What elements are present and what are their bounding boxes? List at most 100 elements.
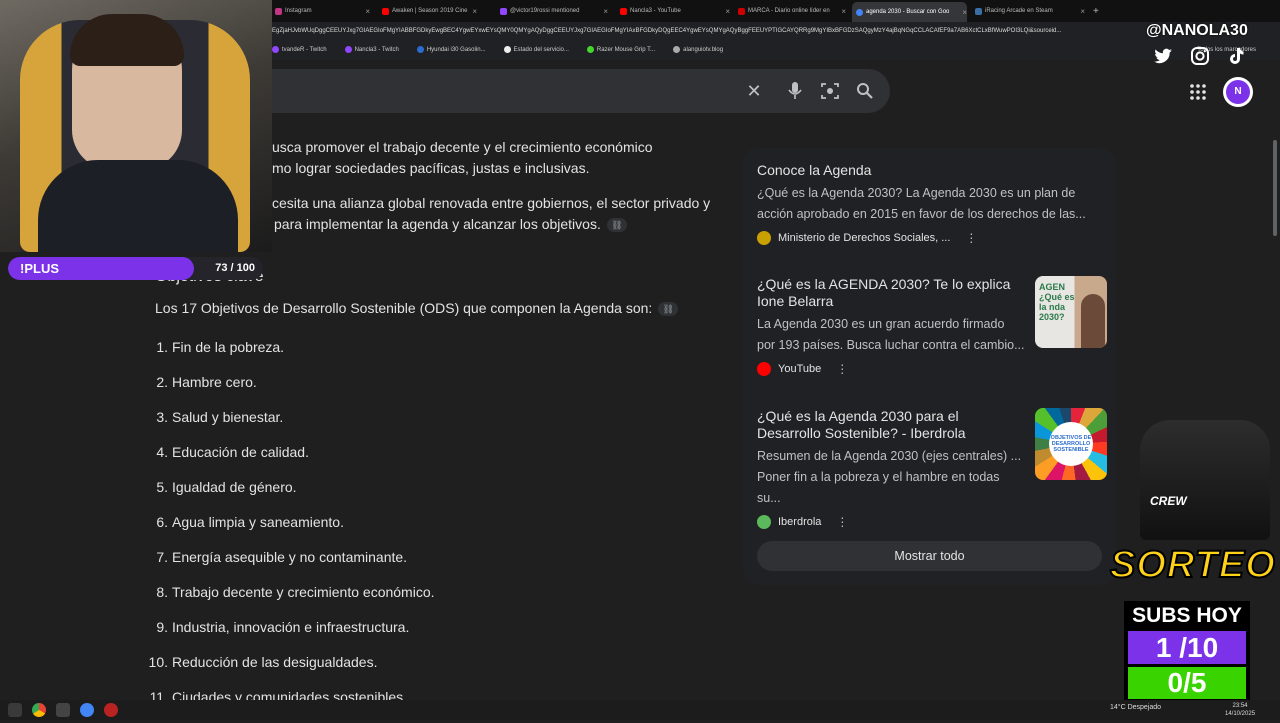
tab-awaken[interactable]: Awaken | Season 2019 Cine × [382,3,477,19]
person-image [1081,294,1105,348]
ods-text: Salud y bienestar. [172,409,284,425]
ods-number: 3. [156,409,168,425]
tab-label: iRacing Arcade en Steam [985,8,1053,14]
windows-start-icon[interactable] [8,703,22,717]
search-input[interactable]: ✕ [240,69,890,113]
twitch-tab-icon [500,7,507,15]
weather-widget[interactable]: 14°C Despejado [1110,704,1161,711]
body-text-line: mo lograr sociedades pacíficas, justas e… [272,160,590,176]
ods-item: 10. Reducción de las desigualdades. [147,653,435,688]
nanola-logo-icon: N [1226,80,1250,104]
close-tab-icon[interactable]: × [472,7,477,16]
ods-text: Industria, innovación e infraestructura. [172,619,410,635]
link-chip-icon[interactable]: ⛓ [658,302,679,317]
ods-item: 7. Energía asequible y no contaminante. [147,548,435,583]
webcam-overlay [0,0,272,252]
taskbar: 14°C Despejado 23:54 14/10/2025 [0,700,1280,720]
clear-search-icon[interactable]: ✕ [743,80,765,102]
ods-number: 10. [148,654,168,670]
bookmark-item[interactable]: Hyundai i30 Gasolin... [416,46,486,54]
more-options-icon[interactable]: ⋮ [836,515,848,529]
card-title[interactable]: ¿Qué es la AGENDA 2030? Te lo explica Io… [757,276,1025,310]
google-apps-icon[interactable] [1190,84,1206,100]
subs-counter: SUBS HOY 1 /10 0/5 [1124,601,1250,701]
bookmark-item[interactable]: alanguiotv.blog [673,46,723,54]
bookmark-item[interactable]: Nancla3 - Twitch [344,46,399,54]
ods-number: 2. [156,374,168,390]
result-card[interactable]: ¿Qué es la Agenda 2030 para el Desarroll… [757,408,1107,529]
ods-text: Hambre cero. [172,374,257,390]
app-icon[interactable] [56,703,70,717]
close-tab-icon[interactable]: × [365,7,370,16]
tab-twitch[interactable]: @victor19rossi mentioned × [500,3,608,19]
result-card[interactable]: ¿Qué es la AGENDA 2030? Te lo explica Io… [757,276,1107,376]
source-name: Iberdrola [778,516,822,528]
show-all-button[interactable]: Mostrar todo [757,541,1102,571]
ods-item: 6. Agua limpia y saneamiento. [147,513,435,548]
thumbnail-text: AGEN ¿Qué es la nda 2030? [1039,282,1075,322]
ods-number: 7. [156,549,168,565]
ods-number: 4. [156,444,168,460]
ods-text: Trabajo decente y crecimiento económico. [172,584,435,600]
new-tab-button[interactable]: + [1093,3,1105,19]
close-tab-icon[interactable]: × [962,8,967,17]
bookmark-item[interactable]: Estado del servicio... [503,46,569,54]
body-text-line: usca promover el trabajo decente y el cr… [272,139,653,155]
sdg-wheel-thumbnail[interactable]: OBJETIVOS DE DESARROLLO SOSTENIBLE [1035,408,1107,480]
card-source: YouTube ⋮ [757,362,1107,376]
source-name: YouTube [778,363,822,375]
marca-tab-icon [738,7,745,15]
system-clock[interactable]: 23:54 14/10/2025 [1225,702,1255,718]
clock-date: 14/10/2025 [1225,711,1256,717]
body-text: para implementar la agenda y alcanzar lo… [274,216,601,232]
close-tab-icon[interactable]: × [725,7,730,16]
bookmark-item[interactable]: Razer Mouse Grip T... [586,46,655,54]
jersey-image [1140,420,1270,540]
youtube-tab-icon [620,7,627,15]
crew-label: CREW [1150,494,1187,508]
globe-icon [673,46,681,54]
url-text: EgZjaHJvbWUqDggCEEUYJxg7GIAEGIoFMgYIABBF… [272,28,1062,34]
body-text-line: para implementar la agenda y alcanzar lo… [274,214,627,235]
ods-item: 5. Igualdad de género. [147,478,435,513]
tab-steam[interactable]: iRacing Arcade en Steam × [975,3,1085,19]
close-tab-icon[interactable]: × [603,7,608,16]
hyundai-icon [416,46,424,54]
ods-number: 1. [156,339,168,355]
result-card[interactable]: Conoce la Agenda ¿Qué es la Agenda 2030?… [757,162,1107,245]
bookmark-item[interactable]: tvandeR - Twitch [272,46,327,54]
tab-marca[interactable]: MARCA - Diario online líder en × [738,3,846,19]
ods-item: 3. Salud y bienestar. [147,408,435,443]
card-title[interactable]: ¿Qué es la Agenda 2030 para el Desarroll… [757,408,1025,442]
ods-number: 8. [156,584,168,600]
more-options-icon[interactable]: ⋮ [836,362,848,376]
link-chip-icon[interactable]: ⛓ [606,218,627,233]
tab-google-search[interactable]: agenda 2030 - Buscar con Goo × [852,2,967,22]
source-name: Ministerio de Derechos Sociales, ... [778,232,951,244]
card-title[interactable]: Conoce la Agenda [757,162,1107,179]
more-options-icon[interactable]: ⋮ [965,231,977,245]
plus-goal-label: !PLUS [20,261,59,276]
search-icon[interactable] [856,82,874,100]
tab-label: MARCA - Diario online líder en [748,8,830,14]
ods-number: 6. [156,514,168,530]
obs-icon[interactable] [104,703,118,717]
chrome-icon[interactable] [32,703,46,717]
google-tab-icon [856,8,863,16]
ods-intro: Los 17 Objetivos de Desarrollo Sostenibl… [155,300,679,317]
instagram-tab-icon [275,7,282,15]
account-avatar[interactable]: N [1223,77,1253,107]
close-tab-icon[interactable]: × [841,7,846,16]
twitch-icon [344,46,352,54]
camera-lens-icon[interactable] [821,82,839,100]
tab-youtube[interactable]: Nancla3 - YouTube × [620,3,730,19]
browser-app-icon[interactable] [80,703,94,717]
clock-time: 23:54 [1232,703,1248,709]
page-scrollbar[interactable] [1273,140,1277,236]
close-tab-icon[interactable]: × [1080,7,1085,16]
tab-instagram[interactable]: Instagram × [275,3,370,19]
microphone-icon[interactable] [788,81,802,101]
related-results-panel: Conoce la Agenda ¿Qué es la Agenda 2030?… [743,148,1116,585]
video-thumbnail[interactable]: AGEN ¿Qué es la nda 2030? [1035,276,1107,348]
steam-tab-icon [975,7,982,15]
